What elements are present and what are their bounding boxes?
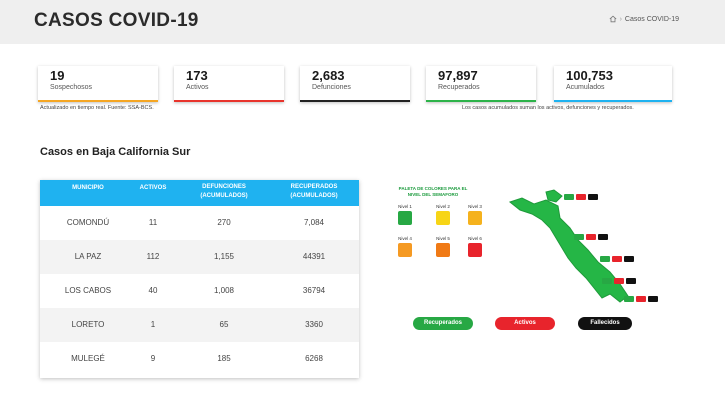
cell-municipio: LA PAZ — [74, 252, 102, 261]
card-defunciones: 2,683 Defunciones — [300, 66, 410, 102]
cell-recuperados: 3360 — [305, 320, 323, 329]
cell-recuperados: 44391 — [302, 252, 326, 261]
level-label: Nivel 3 — [468, 204, 482, 209]
legend-activos: Activos — [495, 317, 555, 330]
card-recuperados: 97,897 Recuperados — [426, 66, 536, 102]
level-label: Nivel 4 — [398, 236, 412, 241]
th-municipio: MUNICIPIO — [72, 185, 104, 191]
card-value: 173 — [186, 68, 208, 83]
legend-fallecidos: Fallecidos — [578, 317, 632, 330]
palette-level-3: Nivel 3 — [460, 204, 490, 225]
breadcrumb: › Casos COVID-19 — [609, 15, 679, 23]
map-peninsula-tip — [545, 189, 563, 203]
palette-level-4: Nivel 4 — [390, 236, 420, 257]
cell-activos: 9 — [150, 354, 156, 363]
card-activos: 173 Activos — [174, 66, 284, 102]
palette-level-5: Nivel 5 — [428, 236, 458, 257]
level-label: Nivel 1 — [398, 204, 412, 209]
level-swatch — [398, 243, 412, 257]
cell-defunciones: 270 — [217, 218, 231, 227]
card-label: Defunciones — [312, 84, 351, 91]
palette-level-1: Nivel 1 — [390, 204, 420, 225]
legend-recuperados: Recuperados — [413, 317, 473, 330]
accumulated-note: Los casos acumulados suman los activos, … — [462, 105, 634, 111]
municipios-table: MUNICIPIO ACTIVOS DEFUNCIONES (ACUMULADO… — [40, 180, 359, 378]
card-acumulados: 100,753 Acumulados — [554, 66, 672, 102]
palette-level-6: Nivel 6 — [460, 236, 490, 257]
cell-activos: 1 — [150, 320, 156, 329]
cell-recuperados: 6268 — [305, 354, 323, 363]
card-value: 100,753 — [566, 68, 613, 83]
cell-municipio: LORETO — [71, 320, 105, 329]
card-label: Activos — [186, 84, 209, 91]
baja-california-sur-map — [508, 189, 658, 303]
card-value: 19 — [50, 68, 65, 83]
card-label: Acumulados — [566, 84, 605, 91]
page-title: CASOS COVID-19 — [34, 10, 199, 31]
table-row: LORETO 1 65 3360 — [40, 308, 359, 342]
cell-activos: 11 — [148, 218, 158, 227]
update-note: Actualizado en tiempo real. Fuente: SSA-… — [40, 105, 154, 111]
level-swatch — [398, 211, 412, 225]
card-accent-bar — [174, 100, 284, 102]
cell-defunciones: 65 — [219, 320, 229, 329]
palette-title: PALETA DE COLORES PARA EL NIVEL DEL SEMA… — [398, 186, 468, 197]
table-header: MUNICIPIO ACTIVOS DEFUNCIONES (ACUMULADO… — [40, 180, 359, 206]
palette-level-2: Nivel 2 — [428, 204, 458, 225]
cell-municipio: LOS CABOS — [64, 286, 112, 295]
level-label: Nivel 6 — [468, 236, 482, 241]
card-accent-bar — [554, 100, 672, 102]
cell-defunciones: 185 — [217, 354, 231, 363]
table-row: MULEGÉ 9 185 6268 — [40, 342, 359, 376]
table-row: COMONDÚ 11 270 7,084 — [40, 206, 359, 240]
card-value: 2,683 — [312, 68, 345, 83]
cell-defunciones: 1,008 — [213, 286, 235, 295]
cell-recuperados: 36794 — [302, 286, 326, 295]
th-recuperados: RECUPERADOS (ACUMULADOS) — [290, 184, 338, 199]
card-accent-bar — [38, 100, 158, 102]
cell-activos: 112 — [146, 252, 160, 261]
semaforo-map-panel: PALETA DE COLORES PARA EL NIVEL DEL SEMA… — [380, 178, 680, 306]
breadcrumb-current: Casos COVID-19 — [624, 15, 679, 23]
level-swatch — [436, 211, 450, 225]
breadcrumb-separator: › — [619, 15, 622, 23]
card-accent-bar — [426, 100, 536, 102]
map-state-shape — [508, 197, 629, 303]
th-activos: ACTIVOS — [139, 185, 167, 191]
cell-activos: 40 — [148, 286, 158, 295]
page-header: CASOS COVID-19 › Casos COVID-19 — [0, 0, 725, 44]
card-accent-bar — [300, 100, 410, 102]
section-title: Casos en Baja California Sur — [40, 146, 191, 158]
cell-municipio: MULEGÉ — [71, 354, 105, 363]
card-label: Sospechosos — [50, 84, 93, 91]
table-row: LA PAZ 112 1,155 44391 — [40, 240, 359, 274]
card-value: 97,897 — [438, 68, 478, 83]
cell-recuperados: 7,084 — [303, 218, 325, 227]
card-label: Recuperados — [438, 84, 480, 91]
th-defunciones: DEFUNCIONES (ACUMULADOS) — [200, 184, 248, 199]
level-swatch — [468, 243, 482, 257]
level-label: Nivel 5 — [436, 236, 450, 241]
cell-municipio: COMONDÚ — [66, 218, 110, 227]
table-row: LOS CABOS 40 1,008 36794 — [40, 274, 359, 308]
cell-defunciones: 1,155 — [213, 252, 235, 261]
level-swatch — [436, 243, 450, 257]
home-icon[interactable] — [609, 15, 617, 23]
level-label: Nivel 2 — [436, 204, 450, 209]
level-swatch — [468, 211, 482, 225]
card-sospechosos: 19 Sospechosos — [38, 66, 158, 102]
